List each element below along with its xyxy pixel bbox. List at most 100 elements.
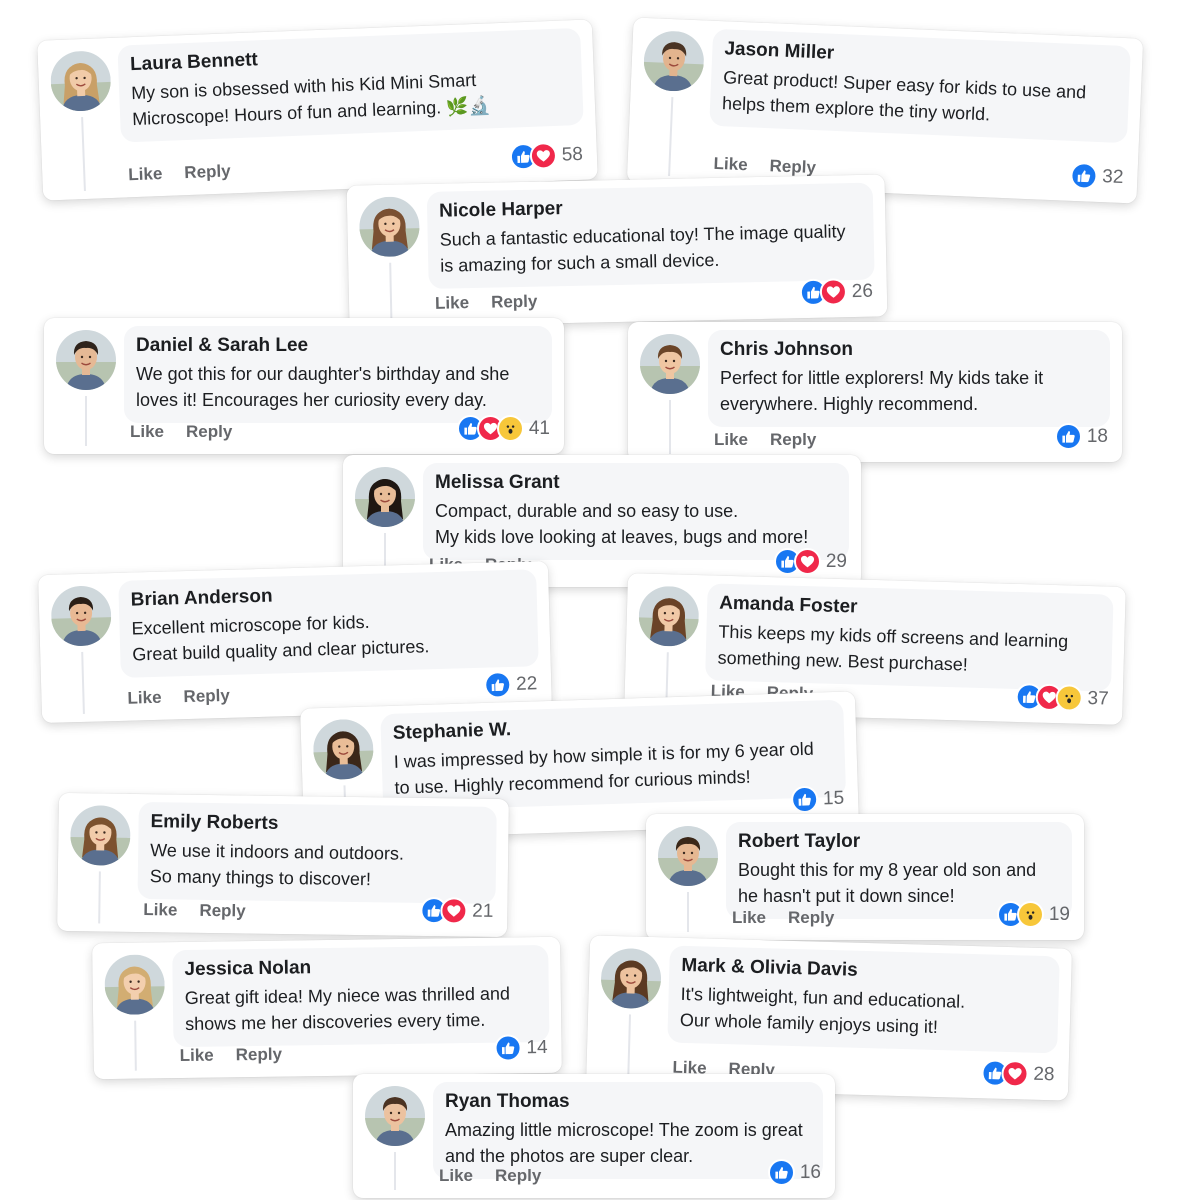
comment-bubble: Nicole Harper Such a fantastic educationa… <box>426 182 875 289</box>
like-icon <box>483 670 512 699</box>
reaction-summary[interactable]: 29 <box>773 548 847 575</box>
reaction-count: 26 <box>851 280 874 302</box>
love-icon <box>529 141 558 170</box>
comment-bubble: Chris Johnson Perfect for little explorer… <box>708 330 1110 427</box>
commenter-name[interactable]: Melissa Grant <box>435 472 837 494</box>
like-button[interactable]: Like <box>435 293 469 313</box>
reply-button[interactable]: Reply <box>236 1045 283 1065</box>
comment-card: Laura Bennett My son is obsessed with his… <box>37 19 598 201</box>
reply-button[interactable]: Reply <box>199 901 246 921</box>
reaction-count: 14 <box>526 1036 548 1058</box>
like-button[interactable]: Like <box>713 154 748 174</box>
comment-card: Nicole Harper Such a fantastic educationa… <box>346 174 888 328</box>
commenter-name[interactable]: Emily Roberts <box>150 811 484 838</box>
reply-button[interactable]: Reply <box>495 1166 541 1185</box>
like-icon <box>767 1159 795 1186</box>
like-button[interactable]: Like <box>130 422 164 441</box>
reaction-count: 58 <box>561 143 584 166</box>
reply-button[interactable]: Reply <box>770 430 816 449</box>
avatar[interactable] <box>358 196 421 258</box>
comment-bubble: Melissa Grant Compact, durable and so eas… <box>423 463 849 560</box>
commenter-name[interactable]: Jessica Nolan <box>184 954 536 981</box>
reaction-summary[interactable]: 37 <box>1015 682 1110 713</box>
like-button[interactable]: Like <box>180 1046 214 1065</box>
reaction-count: 19 <box>1048 903 1070 925</box>
reply-button[interactable]: Reply <box>491 292 538 312</box>
comment-text: Great gift idea! My niece was thrilled a… <box>184 983 511 1034</box>
like-button[interactable]: Like <box>143 900 177 919</box>
reaction-summary[interactable]: 41 <box>456 415 550 442</box>
comment-bubble: Jessica Nolan Great gift idea! My niece w… <box>172 944 550 1048</box>
comment-text: Amazing little microscope! The zoom is g… <box>445 1120 803 1166</box>
reaction-summary[interactable]: 18 <box>1054 423 1108 450</box>
reaction-summary[interactable]: 28 <box>981 1059 1055 1088</box>
comment-card: Robert Taylor Bought this for my 8 year o… <box>646 814 1084 940</box>
thread-line <box>668 97 674 177</box>
comment-bubble: Amanda Foster This keeps my kids off scre… <box>705 583 1114 692</box>
love-icon <box>793 548 821 575</box>
avatar[interactable] <box>49 49 112 113</box>
like-button[interactable]: Like <box>714 430 748 449</box>
reaction-summary[interactable]: 58 <box>509 141 583 171</box>
reaction-summary[interactable]: 32 <box>1069 161 1124 191</box>
avatar[interactable] <box>56 330 116 390</box>
reaction-count: 41 <box>528 417 550 439</box>
comment-bubble: Daniel & Sarah Lee We got this for our da… <box>124 326 552 423</box>
comment-text: My son is obsessed with his Kid Mini Sma… <box>130 69 492 130</box>
reaction-summary[interactable]: 14 <box>494 1034 548 1062</box>
avatar[interactable] <box>640 334 700 394</box>
thread-line <box>81 651 85 714</box>
avatar[interactable] <box>642 29 706 93</box>
love-icon <box>819 278 848 306</box>
reaction-count: 16 <box>799 1161 821 1183</box>
comment-card: Jessica Nolan Great gift idea! My niece w… <box>92 936 562 1080</box>
commenter-name[interactable]: Ryan Thomas <box>445 1091 811 1113</box>
avatar[interactable] <box>50 585 113 647</box>
avatar[interactable] <box>104 954 166 1016</box>
comment-bubble: Jason Miller Great product! Super easy fo… <box>709 28 1131 144</box>
like-button[interactable]: Like <box>127 688 162 708</box>
thread-line <box>134 1020 137 1071</box>
reaction-summary[interactable]: 22 <box>483 670 538 699</box>
comment-card: Chris Johnson Perfect for little explorer… <box>628 322 1122 462</box>
commenter-name[interactable]: Daniel & Sarah Lee <box>136 335 540 357</box>
reaction-summary[interactable]: 15 <box>790 785 845 814</box>
reply-button[interactable]: Reply <box>769 156 816 177</box>
reply-button[interactable]: Reply <box>186 422 232 441</box>
comment-card: Jason Miller Great product! Super easy fo… <box>626 17 1144 204</box>
comment-text: Perfect for little explorers! My kids ta… <box>720 368 1044 414</box>
comment-bubble: Mark & Olivia Davis It's lightweight, fun… <box>667 945 1060 1054</box>
commenter-name[interactable]: Nicole Harper <box>439 192 861 223</box>
avatar[interactable] <box>638 585 700 648</box>
comment-card: Ryan Thomas Amazing little microscope! Th… <box>353 1074 835 1198</box>
comment-actions: Like Reply <box>732 908 856 928</box>
reaction-summary[interactable]: 19 <box>996 901 1070 928</box>
comment-text: Compact, durable and so easy to use. My … <box>435 501 809 547</box>
like-button[interactable]: Like <box>439 1166 473 1185</box>
reaction-summary[interactable]: 26 <box>799 278 873 307</box>
avatar[interactable] <box>69 805 131 866</box>
avatar[interactable] <box>355 467 415 527</box>
commenter-name[interactable]: Robert Taylor <box>738 831 1060 853</box>
avatar[interactable] <box>312 718 375 781</box>
avatar[interactable] <box>365 1086 425 1146</box>
comment-card: Emily Roberts We use it indoors and outdo… <box>57 792 509 938</box>
reaction-summary[interactable]: 16 <box>767 1159 821 1186</box>
reaction-summary[interactable]: 21 <box>420 896 494 925</box>
thread-line <box>98 871 101 924</box>
thread-line <box>627 1014 632 1081</box>
reply-button[interactable]: Reply <box>183 686 230 706</box>
reaction-count: 22 <box>515 672 538 695</box>
commenter-name[interactable]: Chris Johnson <box>720 339 1098 361</box>
reply-button[interactable]: Reply <box>184 161 231 182</box>
like-icon <box>790 785 819 814</box>
like-button[interactable]: Like <box>128 164 163 184</box>
avatar[interactable] <box>658 826 718 886</box>
comment-text: Excellent microscope for kids. Great bui… <box>131 611 430 665</box>
comment-actions: Like Reply <box>143 900 268 922</box>
reply-button[interactable]: Reply <box>788 908 834 927</box>
like-button[interactable]: Like <box>732 908 766 927</box>
reaction-count: 37 <box>1087 687 1110 710</box>
comment-text: I was impressed by how simple it is for … <box>393 738 815 798</box>
avatar[interactable] <box>600 947 662 1010</box>
